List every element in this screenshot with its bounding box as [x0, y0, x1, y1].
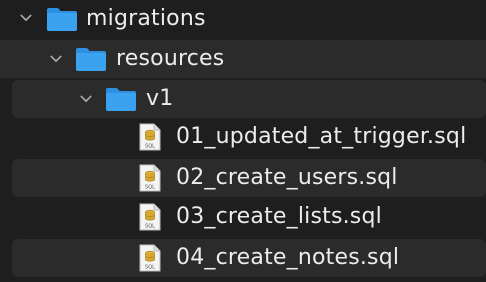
- svg-text:SQL: SQL: [145, 144, 155, 150]
- svg-text:SQL: SQL: [145, 185, 155, 191]
- tree-row-file-02[interactable]: SQL 02_create_users.sql: [12, 159, 486, 197]
- file-label: 04_create_notes.sql: [176, 245, 400, 270]
- tree-row-resources[interactable]: resources: [0, 40, 486, 78]
- sql-file-icon: SQL: [139, 203, 161, 231]
- folder-label-v1: v1: [146, 86, 174, 111]
- chevron-down-icon[interactable]: [50, 53, 62, 65]
- folder-label-resources: resources: [116, 46, 225, 71]
- file-tree: migrations resources v1 SQL 01_updated_a…: [0, 0, 486, 282]
- chevron-down-icon[interactable]: [20, 12, 32, 24]
- folder-icon: [105, 86, 137, 112]
- tree-row-migrations[interactable]: migrations: [0, 0, 486, 38]
- chevron-down-icon[interactable]: [80, 93, 92, 105]
- svg-text:SQL: SQL: [145, 265, 155, 271]
- svg-text:SQL: SQL: [145, 224, 155, 230]
- folder-icon: [46, 6, 78, 32]
- folder-icon: [75, 46, 107, 72]
- tree-row-file-01[interactable]: SQL 01_updated_at_trigger.sql: [0, 118, 486, 156]
- tree-row-v1[interactable]: v1: [12, 80, 486, 118]
- file-label: 01_updated_at_trigger.sql: [176, 124, 467, 149]
- sql-file-icon: SQL: [139, 164, 161, 192]
- tree-row-file-04[interactable]: SQL 04_create_notes.sql: [12, 239, 486, 277]
- file-label: 03_create_lists.sql: [176, 204, 382, 229]
- sql-file-icon: SQL: [139, 123, 161, 151]
- tree-row-file-03[interactable]: SQL 03_create_lists.sql: [0, 198, 486, 236]
- file-label: 02_create_users.sql: [176, 165, 398, 190]
- folder-label-migrations: migrations: [86, 6, 206, 31]
- sql-file-icon: SQL: [139, 244, 161, 272]
